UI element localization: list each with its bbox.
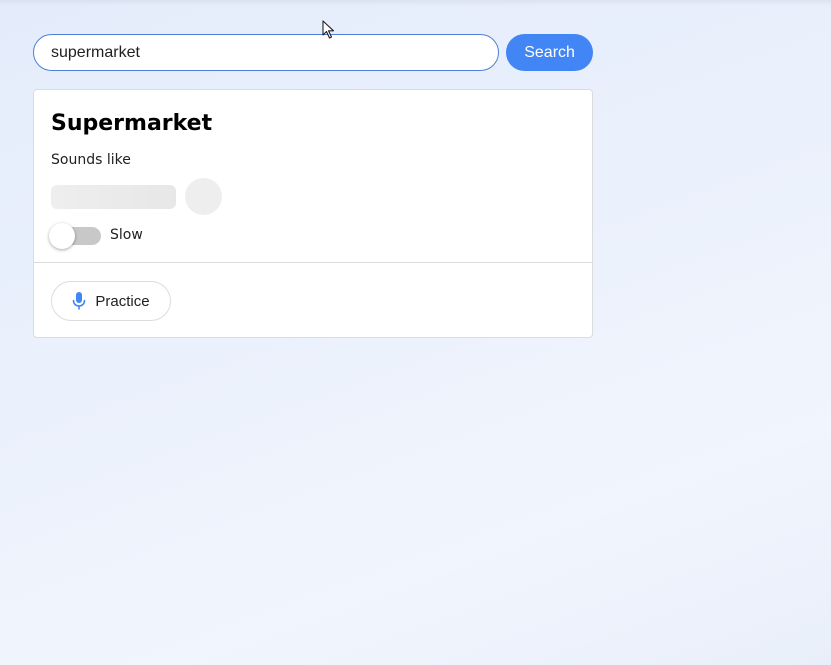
slow-label: Slow [110,227,143,243]
practice-button[interactable]: Practice [51,281,171,321]
search-button[interactable]: Search [506,34,593,71]
result-card: Supermarket Sounds like Slow Practice [33,89,593,338]
mouse-pointer-icon [322,20,336,40]
pronunciation-placeholder [51,185,176,209]
word-title: Supermarket [51,111,213,136]
search-bar: Search [33,34,593,71]
mic-icon [72,292,86,310]
toggle-knob [49,223,75,249]
search-input[interactable] [33,34,500,71]
sounds-like-label: Sounds like [51,152,131,168]
slow-setting: Slow [49,223,143,249]
slow-toggle[interactable] [49,223,101,249]
play-audio-placeholder[interactable] [185,178,222,215]
practice-label: Practice [95,292,150,310]
card-divider [34,262,592,263]
top-edge-shadow [0,0,831,6]
